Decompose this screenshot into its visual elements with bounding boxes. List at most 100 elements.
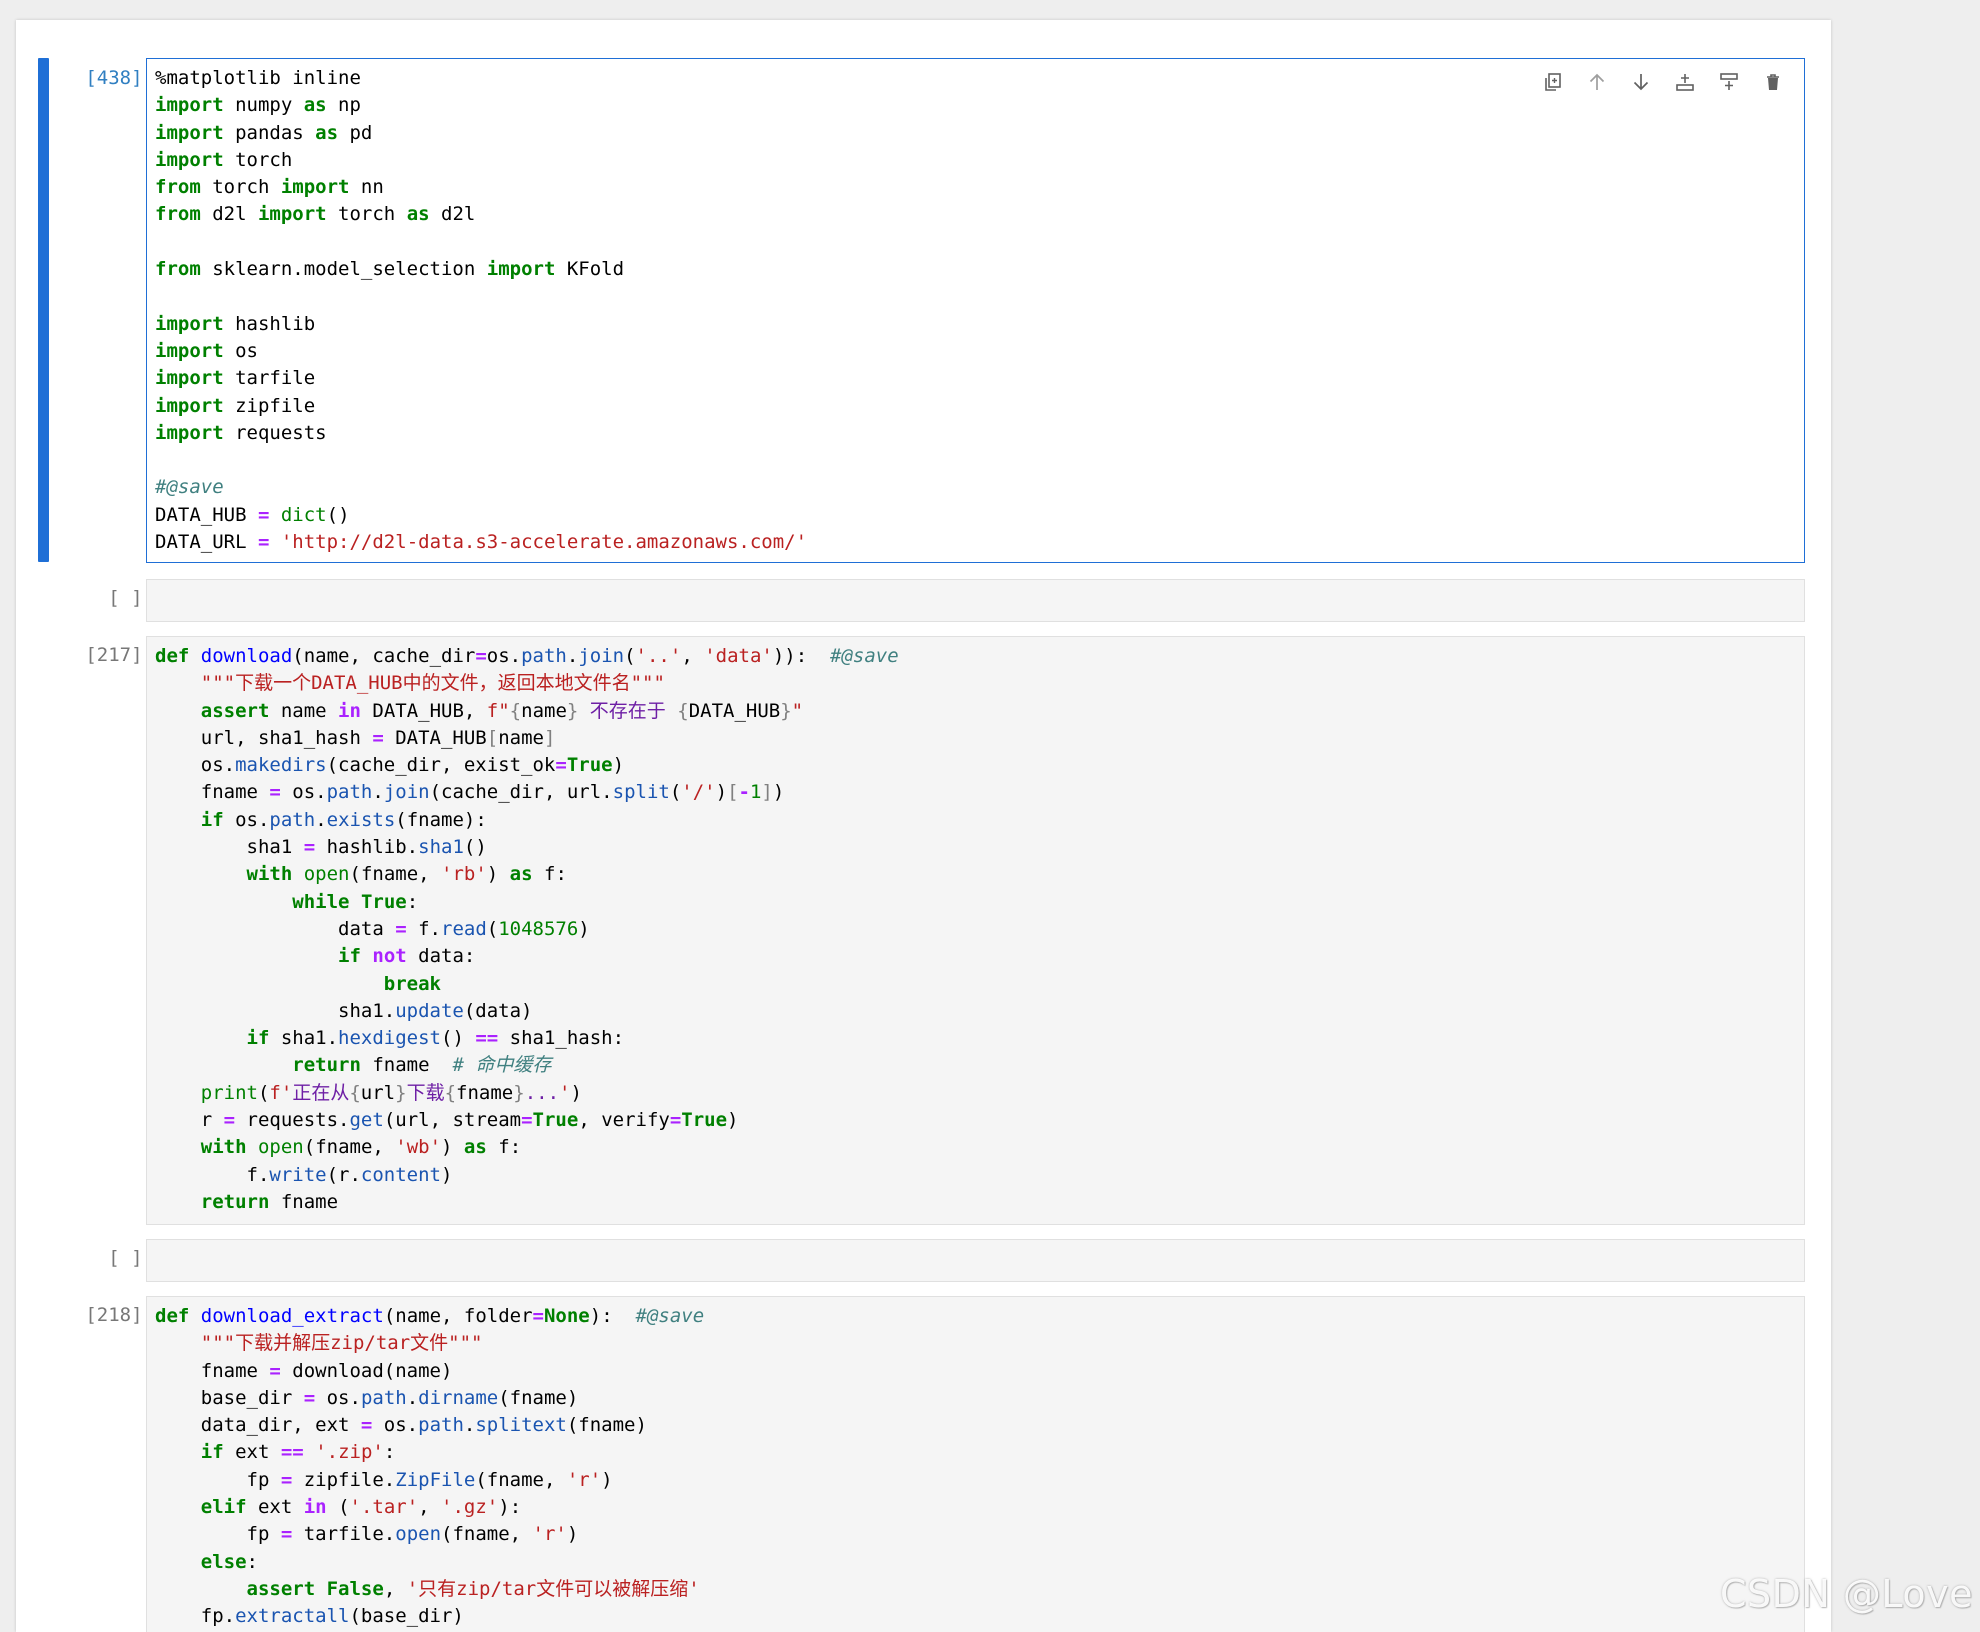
code-token: return [200,1190,270,1213]
code-line: import zipfile [155,395,315,417]
insert-above-icon[interactable] [1670,67,1700,97]
code-line: from sklearn.model_selection import KFol… [155,258,624,280]
code-token: f: [532,863,567,886]
code-token: content [360,1163,441,1186]
code-token: nn [349,176,384,199]
code-content[interactable]: def download(name, cache_dir=os.path.joi… [147,637,1804,1216]
code-token: tarfile. [292,1523,396,1546]
code-token: exists [326,808,396,831]
code-token: sha1 [418,836,464,859]
code-line: elif ext in ('.tar', '.gz'): [155,1496,521,1518]
code-token: def [155,1305,190,1327]
code-token: , verify [578,1109,670,1132]
code-token: . [372,781,384,804]
delete-cell-icon[interactable] [1758,67,1788,97]
code-token: data [155,917,396,940]
code-token: if [200,1441,224,1464]
code-token: import [155,421,224,444]
code-token: = [269,1359,281,1382]
code-editor[interactable]: def download_extract(name, folder=None):… [146,1296,1805,1632]
code-token: 'r' [532,1523,567,1546]
code-token: np [326,94,361,117]
code-line: def download_extract(name, folder=None):… [155,1305,704,1327]
code-content[interactable] [147,1240,1804,1246]
code-token: DATA_URL [155,531,258,554]
code-token: DATA_HUB [688,699,781,722]
code-token: = [669,1109,682,1132]
code-token: (fname, [441,1523,533,1546]
code-token: ext [246,1496,304,1519]
code-token: DATA_HUB, [360,699,487,722]
insert-below-icon[interactable] [1714,67,1744,97]
code-token: import [155,367,224,390]
code-content[interactable] [147,580,1804,586]
code-token: (fname, [475,1468,567,1491]
code-token: path [360,1386,407,1409]
code-token: else [200,1550,247,1573]
code-token: os. [280,781,327,804]
code-token: # 命中缓存 [452,1054,552,1077]
code-token: } [513,1081,525,1104]
code-token: () [326,503,350,526]
move-up-icon[interactable] [1582,67,1612,97]
code-token: 不存在于 [578,699,678,722]
code-token: . [566,645,579,667]
code-editor[interactable]: %matplotlib inline import numpy as np im… [146,58,1805,563]
code-token: open [303,863,350,886]
code-token: sha1. [269,1027,339,1050]
code-token: extractall [235,1605,350,1628]
code-token: %matplotlib inline [155,67,361,89]
code-token: DATA_HUB [383,726,487,749]
code-token: () [441,1027,476,1050]
code-line: r = requests.get(url, stream=True, verif… [155,1109,739,1131]
code-token: { [349,1081,361,1104]
code-token: ) [715,781,728,804]
code-token: zipfile. [292,1468,396,1491]
code-token: ) [441,1136,464,1159]
code-token: fp [155,1523,281,1546]
code-line: DATA_URL = 'http://d2l-data.s3-accelerat… [155,531,807,553]
code-line: if os.path.exists(fname): [155,809,487,831]
code-token: (data) [463,999,533,1022]
code-token: hashlib [223,312,316,335]
code-editor[interactable] [146,1239,1805,1282]
code-line: while True: [155,891,418,913]
move-down-icon[interactable] [1626,67,1656,97]
code-token: KFold [555,258,625,281]
code-token: )): [772,645,831,667]
code-line: def download(name, cache_dir=os.path.joi… [155,645,899,667]
code-token: torch [326,203,407,226]
code-editor[interactable]: def download(name, cache_dir=os.path.joi… [146,636,1805,1225]
code-token: ( [257,1081,270,1104]
code-token: ext [223,1441,281,1464]
code-token: download(name) [280,1359,453,1382]
code-token: import [155,394,224,417]
code-token: dirname [418,1386,499,1409]
code-content[interactable]: def download_extract(name, folder=None):… [147,1297,1804,1631]
code-token: path [521,645,567,667]
code-editor[interactable] [146,579,1805,622]
code-content[interactable]: %matplotlib inline import numpy as np im… [147,59,1804,556]
code-token: url [360,1081,396,1104]
code-line: assert False, '只有zip/tar文件可以被解压缩' [155,1578,700,1600]
duplicate-cell-icon[interactable] [1538,67,1568,97]
code-token: } [780,699,792,722]
code-line: print(f'正在从{url}下载{fname}...') [155,1082,582,1104]
code-line: data = f.read(1048576) [155,918,590,940]
code-token: ) [727,1109,739,1132]
code-token: DATA_HUB [155,503,258,526]
code-token: . [406,1386,419,1409]
code-token: . [463,1414,476,1437]
